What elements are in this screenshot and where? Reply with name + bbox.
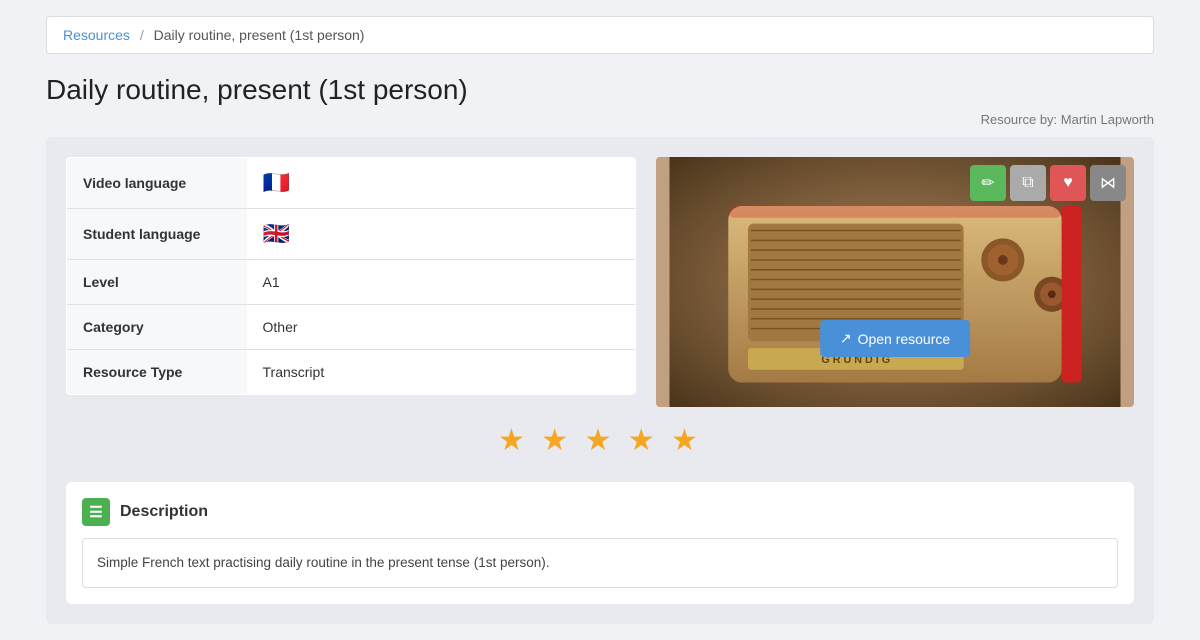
page-title: Daily routine, present (1st person) (46, 74, 1154, 106)
description-card: ☰ Description Simple French text practis… (66, 482, 1134, 604)
value-category: Other (247, 305, 636, 350)
edit-button[interactable]: ✏ (970, 165, 1006, 201)
copy-button[interactable]: ⧉ (1010, 165, 1046, 201)
edit-icon: ✏ (981, 173, 994, 193)
value-level: A1 (247, 260, 636, 305)
heart-icon: ♥ (1063, 174, 1073, 192)
star-3[interactable]: ★ (585, 424, 616, 457)
label-category: Category (67, 305, 247, 350)
rating-stars: ★ ★ ★ ★ ★ (66, 407, 1134, 466)
label-level: Level (67, 260, 247, 305)
flag-english: 🇬🇧 (263, 221, 290, 246)
copy-icon: ⧉ (1022, 174, 1033, 192)
breadcrumb-current: Daily routine, present (1st person) (154, 27, 365, 43)
breadcrumb-separator: / (140, 27, 144, 43)
description-title: Description (120, 503, 208, 521)
star-2[interactable]: ★ (541, 424, 572, 457)
table-row-student-language: Student language 🇬🇧 (67, 209, 636, 260)
open-resource-button[interactable]: ↗ Open resource (820, 320, 970, 357)
star-5[interactable]: ★ (671, 424, 702, 457)
page-wrapper: Resources / Daily routine, present (1st … (30, 0, 1170, 640)
table-row-resource-type: Resource Type Transcript (67, 350, 636, 395)
open-resource-label: Open resource (858, 331, 951, 347)
value-resource-type: Transcript (247, 350, 636, 395)
table-row-video-language: Video language 🇫🇷 (67, 158, 636, 209)
label-video-language: Video language (67, 158, 247, 209)
favorite-button[interactable]: ♥ (1050, 165, 1086, 201)
resource-by: Resource by: Martin Lapworth (46, 112, 1154, 127)
main-card: Video language 🇫🇷 Student language 🇬🇧 Le… (46, 137, 1154, 624)
share-icon: ⋈ (1100, 173, 1116, 193)
star-1[interactable]: ★ (498, 424, 529, 457)
content-row: Video language 🇫🇷 Student language 🇬🇧 Le… (66, 157, 1134, 407)
flag-french: 🇫🇷 (263, 170, 290, 195)
value-video-language: 🇫🇷 (247, 158, 636, 209)
table-row-category: Category Other (67, 305, 636, 350)
breadcrumb-bar: Resources / Daily routine, present (1st … (46, 16, 1154, 54)
resource-image-section: G R U N D I G ✏ (656, 157, 1134, 407)
description-icon: ☰ (82, 498, 110, 526)
label-resource-type: Resource Type (67, 350, 247, 395)
table-row-level: Level A1 (67, 260, 636, 305)
external-link-icon: ↗ (840, 330, 852, 347)
label-student-language: Student language (67, 209, 247, 260)
value-student-language: 🇬🇧 (247, 209, 636, 260)
breadcrumb-link[interactable]: Resources (63, 27, 130, 43)
description-header: ☰ Description (82, 498, 1118, 526)
image-toolbar: ✏ ⧉ ♥ ⋈ (970, 165, 1126, 201)
share-button[interactable]: ⋈ (1090, 165, 1126, 201)
info-table: Video language 🇫🇷 Student language 🇬🇧 Le… (66, 157, 636, 395)
description-text: Simple French text practising daily rout… (82, 538, 1118, 588)
star-4[interactable]: ★ (628, 424, 659, 457)
